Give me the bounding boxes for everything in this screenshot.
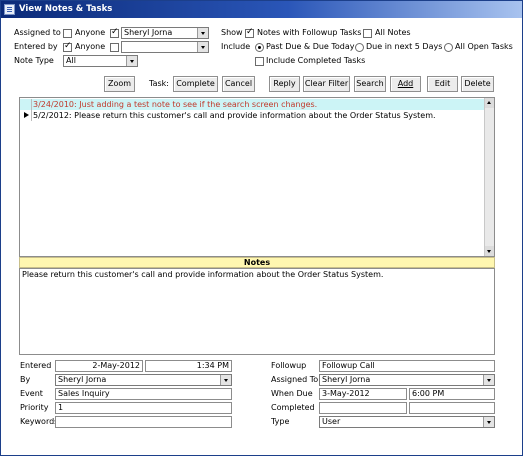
delete-button[interactable]: Delete — [461, 76, 494, 92]
reply-button[interactable]: Reply — [269, 76, 300, 92]
scroll-up-icon[interactable] — [485, 98, 494, 108]
all-notes-label: All Notes — [375, 28, 411, 37]
by-value: Sheryl Jorna — [58, 375, 107, 384]
event-label: Event — [20, 389, 43, 398]
event-field[interactable]: Sales Inquiry — [55, 388, 232, 400]
chevron-down-icon[interactable] — [483, 417, 494, 427]
keywords-label: Keywords — [20, 417, 59, 426]
past-due-label: Past Due & Due Today — [266, 42, 355, 51]
when-due-time-field[interactable]: 6:00 PM — [409, 388, 495, 400]
edit-button[interactable]: Edit — [427, 76, 458, 92]
entered-anyone-label: Anyone — [75, 42, 106, 51]
cancel-button[interactable]: Cancel — [222, 76, 255, 92]
zoom-button[interactable]: Zoom — [104, 76, 135, 92]
assigned-to-combo[interactable]: Sheryl Jorna — [319, 374, 495, 386]
type-combo[interactable]: User — [319, 416, 495, 428]
chevron-down-icon[interactable] — [126, 56, 137, 66]
by-combo[interactable]: Sheryl Jorna — [55, 374, 232, 386]
assigned-to-value: Sheryl Jorna — [322, 375, 371, 384]
chevron-down-icon[interactable] — [197, 42, 208, 52]
followup-label: Followup — [271, 361, 307, 370]
include-completed-checkbox[interactable] — [255, 57, 264, 66]
assigned-user-value: Sheryl Jorna — [124, 28, 173, 37]
list-item[interactable]: 5/2/2012: Please return this customer's … — [20, 110, 485, 121]
followup-field[interactable]: Followup Call — [319, 360, 495, 372]
entered-user-combo[interactable] — [121, 41, 209, 53]
chevron-down-icon[interactable] — [220, 375, 231, 385]
note-type-label: Note Type — [14, 56, 54, 65]
note-type-value: All — [66, 56, 76, 65]
followup-tasks-label: Notes with Followup Tasks — [257, 28, 362, 37]
chevron-down-icon[interactable] — [197, 28, 208, 38]
keywords-field[interactable] — [55, 416, 232, 428]
completed-label: Completed — [271, 403, 315, 412]
add-button-label: Add — [397, 79, 414, 88]
completed-date-field[interactable] — [319, 402, 407, 414]
when-due-label: When Due — [271, 389, 313, 398]
entered-user-checkbox[interactable] — [110, 43, 119, 52]
notes-list[interactable]: 3/24/2010: Just adding a test note to se… — [19, 97, 495, 257]
priority-label: Priority — [20, 403, 49, 412]
list-item-text: 3/24/2010: Just adding a test note to se… — [33, 100, 318, 109]
assigned-anyone-checkbox[interactable] — [63, 29, 72, 38]
task-label: Task: — [149, 79, 169, 88]
by-label: By — [20, 375, 31, 384]
assigned-anyone-label: Anyone — [75, 28, 106, 37]
record-selector[interactable] — [20, 99, 32, 110]
list-item[interactable]: 3/24/2010: Just adding a test note to se… — [20, 99, 485, 110]
priority-field[interactable]: 1 — [55, 402, 232, 414]
followup-tasks-checkbox[interactable] — [245, 27, 254, 38]
entered-date-field[interactable]: 2-May-2012 — [55, 360, 143, 372]
all-open-radio[interactable] — [444, 43, 453, 52]
form-icon — [4, 4, 15, 15]
completed-time-field[interactable] — [409, 402, 495, 414]
entered-label: Entered — [20, 361, 52, 370]
notes-header: Notes — [19, 257, 495, 268]
clear-filter-button[interactable]: Clear Filter — [303, 76, 350, 92]
all-open-label: All Open Tasks — [455, 42, 513, 51]
assigned-user-combo[interactable]: Sheryl Jorna — [121, 27, 209, 39]
assigned-user-checkbox[interactable] — [110, 27, 119, 38]
assigned-to-label: Assigned to — [14, 28, 61, 37]
complete-button[interactable]: Complete — [173, 76, 218, 92]
include-completed-label: Include Completed Tasks — [266, 56, 366, 65]
notes-body[interactable]: Please return this customer's call and p… — [19, 268, 495, 355]
entered-by-label: Entered by — [14, 42, 58, 51]
past-due-radio[interactable] — [255, 43, 264, 52]
type-value: User — [322, 417, 341, 426]
all-notes-checkbox[interactable] — [363, 29, 372, 38]
due-next-radio[interactable] — [355, 43, 364, 52]
assigned-to-detail-label: Assigned To — [271, 375, 319, 384]
title-bar[interactable]: View Notes & Tasks — [1, 1, 522, 18]
entered-anyone-checkbox[interactable] — [63, 41, 72, 52]
chevron-down-icon[interactable] — [483, 375, 494, 385]
scroll-down-icon[interactable] — [485, 246, 494, 256]
list-item-text: 5/2/2012: Please return this customer's … — [33, 111, 436, 120]
add-button[interactable]: Add — [390, 76, 421, 92]
when-due-date-field[interactable]: 3-May-2012 — [319, 388, 407, 400]
include-label: Include — [221, 42, 251, 51]
entered-time-field[interactable]: 1:34 PM — [145, 360, 232, 372]
window-title: View Notes & Tasks — [19, 4, 113, 14]
note-type-combo[interactable]: All — [63, 55, 138, 67]
list-scrollbar[interactable] — [484, 98, 494, 256]
due-next-label: Due in next 5 Days — [366, 42, 443, 51]
search-button[interactable]: Search — [354, 76, 386, 92]
show-label: Show — [221, 28, 243, 37]
type-label: Type — [271, 417, 290, 426]
record-selector[interactable] — [20, 110, 32, 121]
